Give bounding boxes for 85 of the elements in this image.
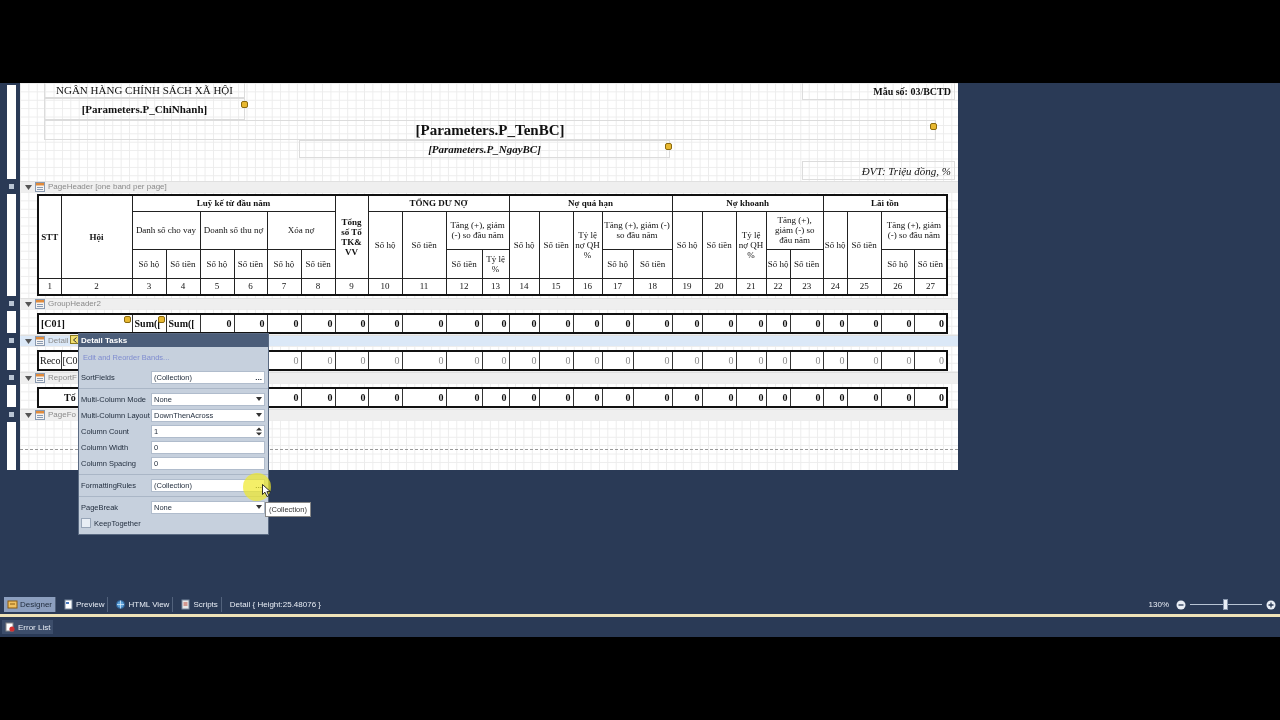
column-header: Luỹ kế từ đầu năm (132, 195, 335, 211)
column-header: Tỷ lệ nợ QH % (736, 211, 767, 278)
smart-tag-icon[interactable] (930, 123, 937, 130)
column-header: Nợ quá hạn (509, 195, 673, 211)
column-header: Số hộ (881, 249, 915, 278)
column-header: Danh số cho vay (132, 211, 200, 249)
column-header: Số hộ (132, 249, 166, 278)
table-cell: Reco (38, 351, 61, 370)
column-header: Tăng (+), giảm (-) so đầu năm (766, 211, 824, 249)
view-tab[interactable]: Preview (60, 597, 109, 612)
expand-icon[interactable] (25, 337, 32, 345)
smart-tag-icon[interactable] (123, 316, 131, 323)
column-header: Tăng (+), giảm (-) so đầu năm (446, 211, 510, 249)
view-icon (115, 599, 127, 610)
zoom-out-icon[interactable] (1176, 599, 1186, 610)
error-list-tab[interactable]: Error List (2, 620, 54, 634)
column-header: Số hộ (602, 249, 634, 278)
ruler-segment (7, 422, 16, 470)
mouse-pointer-icon (262, 484, 271, 497)
column-header: Số hộ (766, 249, 791, 278)
column-header: Số hộ (672, 211, 703, 278)
smart-tag-icon[interactable] (665, 143, 672, 150)
branch-parameter-label: [Parameters.P_ChiNhanh] (44, 98, 245, 120)
column-header: TỔNG DƯ NỢ (368, 195, 510, 211)
column-header: Số tiền (234, 249, 267, 278)
column-header: Số hộ (368, 211, 402, 278)
band-title: PageHeader [one band per page] (48, 182, 167, 192)
column-header: Hội (61, 195, 132, 278)
view-icon (7, 599, 18, 610)
column-header: Số tiền (166, 249, 200, 278)
column-header: Nợ khoanh (672, 195, 824, 211)
band-title: GroupHeader2 (48, 299, 101, 309)
ruler-segment (7, 385, 16, 407)
caret-icon (256, 397, 262, 401)
ruler-marker (9, 184, 14, 189)
ruler-marker (9, 301, 14, 306)
view-icon (180, 599, 192, 610)
view-icon (63, 599, 74, 610)
view-tab[interactable]: HTML View (112, 597, 174, 612)
zoom-slider-thumb[interactable] (1222, 599, 1228, 610)
ellipsis-button[interactable]: ... (255, 372, 262, 382)
view-tab[interactable]: Designer (4, 597, 56, 612)
ruler-marker (9, 375, 14, 380)
column-header: Số hộ (823, 211, 848, 278)
band-title: PageFo (48, 410, 77, 420)
chevron-icon (71, 336, 78, 343)
form-number-label: Mẫu số: 03/BCTD (802, 83, 955, 100)
band-title: Detail (48, 336, 69, 346)
expand-icon[interactable] (25, 183, 32, 191)
zoom-in-icon[interactable] (1266, 599, 1276, 610)
report-title-label: [Parameters.P_TenBC] (44, 120, 936, 140)
column-header: Số tiền (402, 211, 446, 278)
column-header: STT (38, 195, 61, 278)
checkbox[interactable] (81, 518, 91, 528)
spinner-arrows-icon (256, 426, 262, 436)
caret-icon (256, 505, 262, 509)
column-header: Tổng số Tổ TK& VV (335, 195, 368, 278)
bank-name-label: NGÂN HÀNG CHÍNH SÁCH XÃ HỘI (44, 83, 245, 98)
column-header: Số hộ (509, 211, 540, 278)
ruler-segment (7, 348, 16, 370)
column-header: Số hộ (200, 249, 234, 278)
panel-title: Detail Tasks (79, 334, 268, 347)
expand-icon[interactable] (25, 411, 32, 419)
smart-tag-icon[interactable] (241, 101, 248, 108)
zoom-level: 130% (1148, 600, 1169, 609)
caret-icon (256, 413, 262, 417)
column-header: Số tiền (847, 211, 882, 278)
column-header: Số tiền (539, 211, 574, 278)
column-header: Doanh số thu nợ (200, 211, 267, 249)
column-header: Tăng (+), giảm (-) so đầu năm (602, 211, 673, 249)
error-list-icon (5, 622, 15, 632)
column-header: Số tiền (702, 211, 737, 278)
ruler-marker (9, 412, 14, 417)
status-text: Detail { Height:25.48076 } (229, 600, 321, 609)
column-header: Số hộ (267, 249, 301, 278)
view-tab[interactable]: Scripts (177, 597, 222, 612)
column-header: Số tiền (446, 249, 482, 278)
band-title: ReportF (48, 373, 77, 383)
unit-label: ĐVT: Triệu đồng, % (802, 161, 955, 180)
column-header: Tỷ lệ nợ QH % (573, 211, 603, 278)
ruler-segment (7, 311, 16, 333)
expand-icon[interactable] (25, 374, 32, 382)
expand-icon[interactable] (25, 300, 32, 308)
report-date-label: [Parameters.P_NgayBC] (299, 140, 670, 158)
ruler-marker (9, 338, 14, 343)
